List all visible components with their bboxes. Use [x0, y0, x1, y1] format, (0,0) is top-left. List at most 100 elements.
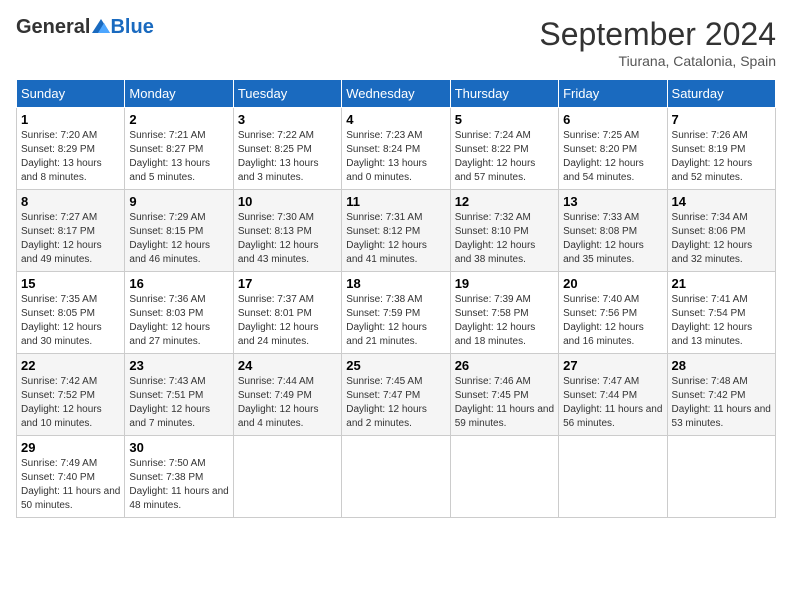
empty-cell	[450, 436, 558, 518]
day-cell-23: 23Sunrise: 7:43 AMSunset: 7:51 PMDayligh…	[125, 354, 233, 436]
day-number: 28	[672, 358, 771, 373]
day-cell-19: 19 Sunrise: 7:39 AMSunset: 7:58 PMDayligh…	[450, 272, 558, 354]
day-cell-4: 4Sunrise: 7:23 AMSunset: 8:24 PMDaylight…	[342, 108, 450, 190]
title-block: September 2024 Tiurana, Catalonia, Spain	[539, 16, 776, 69]
day-info: Sunrise: 7:41 AMSunset: 7:54 PMDaylight:…	[672, 293, 771, 349]
day-info: Sunrise: 7:39 AMSunset: 7:58 PMDaylight:…	[455, 293, 554, 349]
day-number: 9	[129, 194, 228, 209]
day-number: 13	[563, 194, 662, 209]
day-cell-13: 13 Sunrise: 7:33 AMSunset: 8:08 PMDayligh…	[559, 190, 667, 272]
logo: General Blue	[16, 16, 154, 39]
day-number: 10	[238, 194, 337, 209]
day-cell-6: 6 Sunrise: 7:25 AMSunset: 8:20 PMDaylight…	[559, 108, 667, 190]
weekday-header-wednesday: Wednesday	[342, 80, 450, 108]
weekday-header-saturday: Saturday	[667, 80, 775, 108]
calendar-week-5: 29 Sunrise: 7:49 AMSunset: 7:40 PMDayligh…	[17, 436, 776, 518]
month-title: September 2024	[539, 16, 776, 53]
calendar-table: SundayMondayTuesdayWednesdayThursdayFrid…	[16, 79, 776, 518]
day-cell-20: 20Sunrise: 7:40 AMSunset: 7:56 PMDayligh…	[559, 272, 667, 354]
day-cell-29: 29 Sunrise: 7:49 AMSunset: 7:40 PMDayligh…	[17, 436, 125, 518]
day-info: Sunrise: 7:45 AMSunset: 7:47 PMDaylight:…	[346, 375, 445, 431]
day-info: Sunrise: 7:44 AMSunset: 7:49 PMDaylight:…	[238, 375, 337, 431]
day-info: Sunrise: 7:50 AMSunset: 7:38 PMDaylight:…	[129, 457, 228, 513]
empty-cell	[342, 436, 450, 518]
day-cell-12: 12 Sunrise: 7:32 AMSunset: 8:10 PMDayligh…	[450, 190, 558, 272]
day-cell-15: 15 Sunrise: 7:35 AMSunset: 8:05 PMDayligh…	[17, 272, 125, 354]
day-info: Sunrise: 7:27 AMSunset: 8:17 PMDaylight:…	[21, 211, 120, 267]
day-number: 19	[455, 276, 554, 291]
calendar-week-1: 1 Sunrise: 7:20 AMSunset: 8:29 PMDaylight…	[17, 108, 776, 190]
day-number: 18	[346, 276, 445, 291]
day-cell-30: 30 Sunrise: 7:50 AMSunset: 7:38 PMDayligh…	[125, 436, 233, 518]
calendar-week-2: 8 Sunrise: 7:27 AMSunset: 8:17 PMDaylight…	[17, 190, 776, 272]
day-info: Sunrise: 7:35 AMSunset: 8:05 PMDaylight:…	[21, 293, 120, 349]
day-cell-3: 3Sunrise: 7:22 AMSunset: 8:25 PMDaylight…	[233, 108, 341, 190]
day-cell-8: 8 Sunrise: 7:27 AMSunset: 8:17 PMDaylight…	[17, 190, 125, 272]
day-cell-10: 10Sunrise: 7:30 AMSunset: 8:13 PMDayligh…	[233, 190, 341, 272]
day-cell-22: 22 Sunrise: 7:42 AMSunset: 7:52 PMDayligh…	[17, 354, 125, 436]
empty-cell	[233, 436, 341, 518]
location: Tiurana, Catalonia, Spain	[539, 53, 776, 69]
weekday-header-friday: Friday	[559, 80, 667, 108]
day-cell-1: 1 Sunrise: 7:20 AMSunset: 8:29 PMDaylight…	[17, 108, 125, 190]
empty-cell	[559, 436, 667, 518]
day-info: Sunrise: 7:34 AMSunset: 8:06 PMDaylight:…	[672, 211, 771, 267]
day-info: Sunrise: 7:42 AMSunset: 7:52 PMDaylight:…	[21, 375, 120, 431]
day-info: Sunrise: 7:24 AMSunset: 8:22 PMDaylight:…	[455, 129, 554, 185]
day-number: 15	[21, 276, 120, 291]
day-cell-7: 7Sunrise: 7:26 AMSunset: 8:19 PMDaylight…	[667, 108, 775, 190]
weekday-header-thursday: Thursday	[450, 80, 558, 108]
day-cell-27: 27 Sunrise: 7:47 AMSunset: 7:44 PMDayligh…	[559, 354, 667, 436]
day-info: Sunrise: 7:20 AMSunset: 8:29 PMDaylight:…	[21, 129, 120, 185]
weekday-header-sunday: Sunday	[17, 80, 125, 108]
day-number: 6	[563, 112, 662, 127]
day-number: 14	[672, 194, 771, 209]
day-info: Sunrise: 7:26 AMSunset: 8:19 PMDaylight:…	[672, 129, 771, 185]
day-number: 11	[346, 194, 445, 209]
weekday-header-monday: Monday	[125, 80, 233, 108]
day-number: 17	[238, 276, 337, 291]
day-number: 8	[21, 194, 120, 209]
day-info: Sunrise: 7:33 AMSunset: 8:08 PMDaylight:…	[563, 211, 662, 267]
day-number: 29	[21, 440, 120, 455]
day-number: 16	[129, 276, 228, 291]
day-info: Sunrise: 7:25 AMSunset: 8:20 PMDaylight:…	[563, 129, 662, 185]
day-number: 30	[129, 440, 228, 455]
empty-cell	[667, 436, 775, 518]
day-number: 20	[563, 276, 662, 291]
day-number: 21	[672, 276, 771, 291]
day-info: Sunrise: 7:43 AMSunset: 7:51 PMDaylight:…	[129, 375, 228, 431]
day-number: 2	[129, 112, 228, 127]
day-info: Sunrise: 7:22 AMSunset: 8:25 PMDaylight:…	[238, 129, 337, 185]
day-number: 27	[563, 358, 662, 373]
day-number: 5	[455, 112, 554, 127]
day-info: Sunrise: 7:36 AMSunset: 8:03 PMDaylight:…	[129, 293, 228, 349]
day-cell-18: 18 Sunrise: 7:38 AMSunset: 7:59 PMDayligh…	[342, 272, 450, 354]
logo-general: General	[16, 16, 90, 39]
day-info: Sunrise: 7:47 AMSunset: 7:44 PMDaylight:…	[563, 375, 662, 431]
day-cell-9: 9Sunrise: 7:29 AMSunset: 8:15 PMDaylight…	[125, 190, 233, 272]
day-number: 12	[455, 194, 554, 209]
day-number: 1	[21, 112, 120, 127]
day-cell-24: 24 Sunrise: 7:44 AMSunset: 7:49 PMDayligh…	[233, 354, 341, 436]
day-info: Sunrise: 7:49 AMSunset: 7:40 PMDaylight:…	[21, 457, 120, 513]
logo-blue: Blue	[110, 16, 153, 39]
day-info: Sunrise: 7:37 AMSunset: 8:01 PMDaylight:…	[238, 293, 337, 349]
day-info: Sunrise: 7:38 AMSunset: 7:59 PMDaylight:…	[346, 293, 445, 349]
page-header: General Blue September 2024 Tiurana, Cat…	[16, 16, 776, 69]
calendar-week-3: 15 Sunrise: 7:35 AMSunset: 8:05 PMDayligh…	[17, 272, 776, 354]
weekday-header-row: SundayMondayTuesdayWednesdayThursdayFrid…	[17, 80, 776, 108]
day-cell-11: 11 Sunrise: 7:31 AMSunset: 8:12 PMDayligh…	[342, 190, 450, 272]
day-info: Sunrise: 7:48 AMSunset: 7:42 PMDaylight:…	[672, 375, 771, 431]
day-cell-5: 5 Sunrise: 7:24 AMSunset: 8:22 PMDaylight…	[450, 108, 558, 190]
day-info: Sunrise: 7:32 AMSunset: 8:10 PMDaylight:…	[455, 211, 554, 267]
day-number: 22	[21, 358, 120, 373]
day-cell-17: 17 Sunrise: 7:37 AMSunset: 8:01 PMDayligh…	[233, 272, 341, 354]
day-number: 24	[238, 358, 337, 373]
day-info: Sunrise: 7:23 AMSunset: 8:24 PMDaylight:…	[346, 129, 445, 185]
calendar-week-4: 22 Sunrise: 7:42 AMSunset: 7:52 PMDayligh…	[17, 354, 776, 436]
day-cell-2: 2Sunrise: 7:21 AMSunset: 8:27 PMDaylight…	[125, 108, 233, 190]
day-cell-16: 16 Sunrise: 7:36 AMSunset: 8:03 PMDayligh…	[125, 272, 233, 354]
day-cell-26: 26Sunrise: 7:46 AMSunset: 7:45 PMDayligh…	[450, 354, 558, 436]
day-info: Sunrise: 7:31 AMSunset: 8:12 PMDaylight:…	[346, 211, 445, 267]
